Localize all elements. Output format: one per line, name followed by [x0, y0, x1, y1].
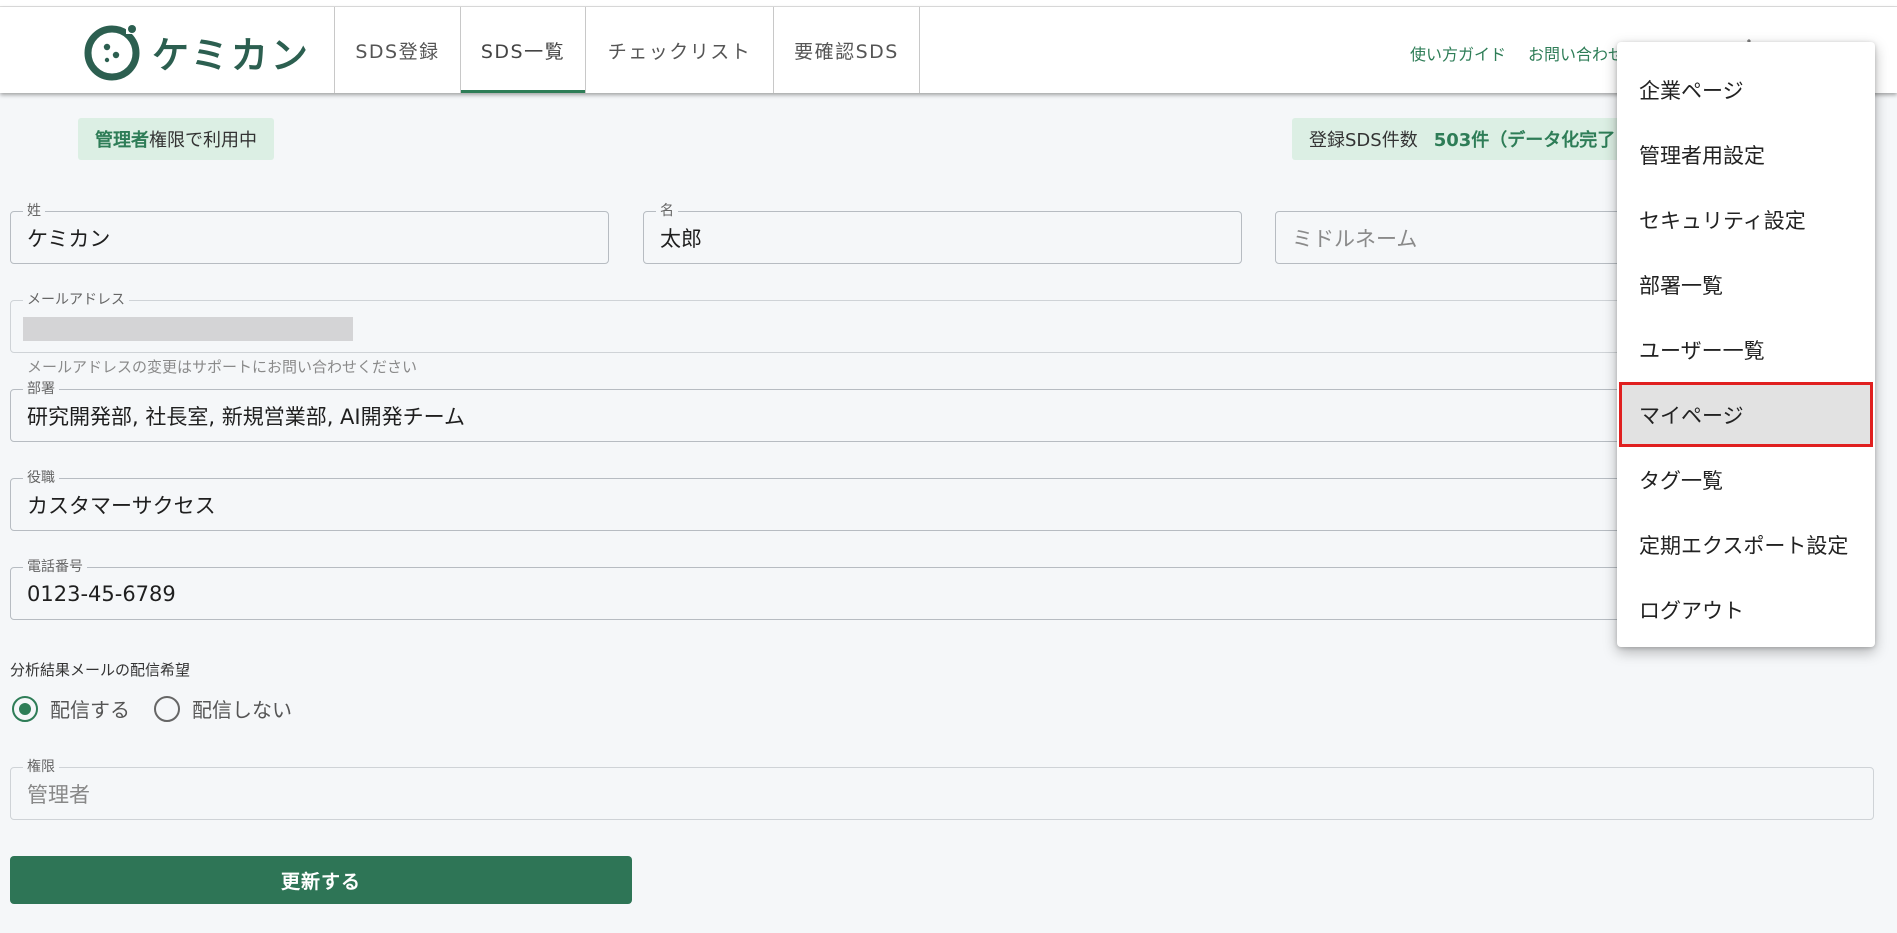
middle-name-placeholder: ミドルネーム	[1292, 226, 1418, 251]
last-name-field[interactable]: 姓 ケミカン	[10, 203, 609, 264]
tab-label: SDS登録	[355, 40, 440, 63]
tab-label: SDS一覧	[480, 40, 566, 63]
mail-pref-send-label: 配信する	[50, 698, 130, 722]
usage-guide-link[interactable]: 使い方ガイド	[1410, 41, 1506, 65]
position-field[interactable]: 役職 カスタマーサクセス	[10, 470, 1874, 531]
contact-link[interactable]: お問い合わせ	[1528, 41, 1624, 65]
tab-sds-list[interactable]: SDS一覧	[460, 7, 585, 93]
menu-item-tag-list[interactable]: タグ一覧	[1617, 447, 1875, 512]
menu-item-logout[interactable]: ログアウト	[1617, 577, 1875, 642]
email-field: メールアドレス	[10, 292, 1874, 353]
phone-field[interactable]: 電話番号 0123-45-6789	[10, 559, 1874, 620]
email-label: メールアドレス	[23, 292, 129, 308]
menu-item-security-settings[interactable]: セキュリティ設定	[1617, 187, 1875, 252]
admin-badge-text: 権限で利用中	[149, 130, 257, 151]
tab-sds-register[interactable]: SDS登録	[334, 7, 460, 93]
main-nav: SDS登録 SDS一覧 チェックリスト 要確認SDS	[334, 7, 920, 93]
admin-badge-role: 管理者	[95, 130, 149, 151]
update-button[interactable]: 更新する	[10, 856, 632, 904]
first-name-value: 太郎	[660, 226, 702, 251]
menu-item-department-list[interactable]: 部署一覧	[1617, 252, 1875, 317]
first-name-field[interactable]: 名 太郎	[643, 203, 1242, 264]
tab-label: 要確認SDS	[794, 40, 899, 63]
menu-item-user-list[interactable]: ユーザー一覧	[1617, 317, 1875, 382]
mail-pref-option-no-send[interactable]: 配信しない	[154, 694, 292, 723]
phone-value: 0123-45-6789	[27, 581, 176, 606]
email-helper-text: メールアドレスの変更はサポートにお問い合わせください	[27, 358, 418, 376]
role-value: 管理者	[27, 782, 90, 807]
mail-preference-radio-group: 配信する 配信しない	[12, 694, 316, 723]
mail-pref-no-send-label: 配信しない	[192, 698, 292, 722]
email-redacted	[23, 317, 353, 341]
menu-item-scheduled-export[interactable]: 定期エクスポート設定	[1617, 512, 1875, 577]
department-value: 研究開発部, 社長室, 新規営業部, AI開発チーム	[27, 404, 465, 429]
logo-icon	[84, 25, 140, 81]
department-field[interactable]: 部署 研究開発部, 社長室, 新規営業部, AI開発チーム	[10, 381, 1874, 442]
window-top-edge	[0, 0, 1897, 7]
menu-item-company-page[interactable]: 企業ページ	[1617, 57, 1875, 122]
app-logo[interactable]: ケミカン	[82, 22, 311, 82]
radio-unchecked-icon[interactable]	[154, 695, 180, 722]
admin-badge: 管理者 権限で利用中	[78, 118, 274, 160]
position-value: カスタマーサクセス	[27, 493, 216, 518]
mail-preference-label: 分析結果メールの配信希望	[10, 661, 191, 679]
sds-count-value: 503件（データ化完了	[1433, 130, 1616, 151]
menu-item-admin-settings[interactable]: 管理者用設定	[1617, 122, 1875, 187]
sds-count-label: 登録SDS件数	[1309, 130, 1418, 151]
logo-text: ケミカン	[152, 34, 311, 77]
tab-checklist[interactable]: チェックリスト	[585, 7, 773, 93]
menu-item-my-page[interactable]: マイページ	[1619, 382, 1873, 447]
radio-checked-icon[interactable]	[12, 695, 38, 722]
account-dropdown-menu: 企業ページ 管理者用設定 セキュリティ設定 部署一覧 ユーザー一覧 マイページ …	[1617, 42, 1875, 647]
role-field: 権限 管理者	[10, 759, 1874, 820]
mail-pref-option-send[interactable]: 配信する	[12, 694, 130, 723]
last-name-value: ケミカン	[27, 226, 111, 251]
header-links: 使い方ガイド お問い合わせ	[1410, 41, 1646, 65]
tab-needs-review-sds[interactable]: 要確認SDS	[773, 7, 920, 93]
app-header: ケミカン SDS登録 SDS一覧 チェックリスト 要確認SDS 使い方ガイド お…	[0, 7, 1897, 93]
tab-label: チェックリスト	[607, 40, 752, 63]
